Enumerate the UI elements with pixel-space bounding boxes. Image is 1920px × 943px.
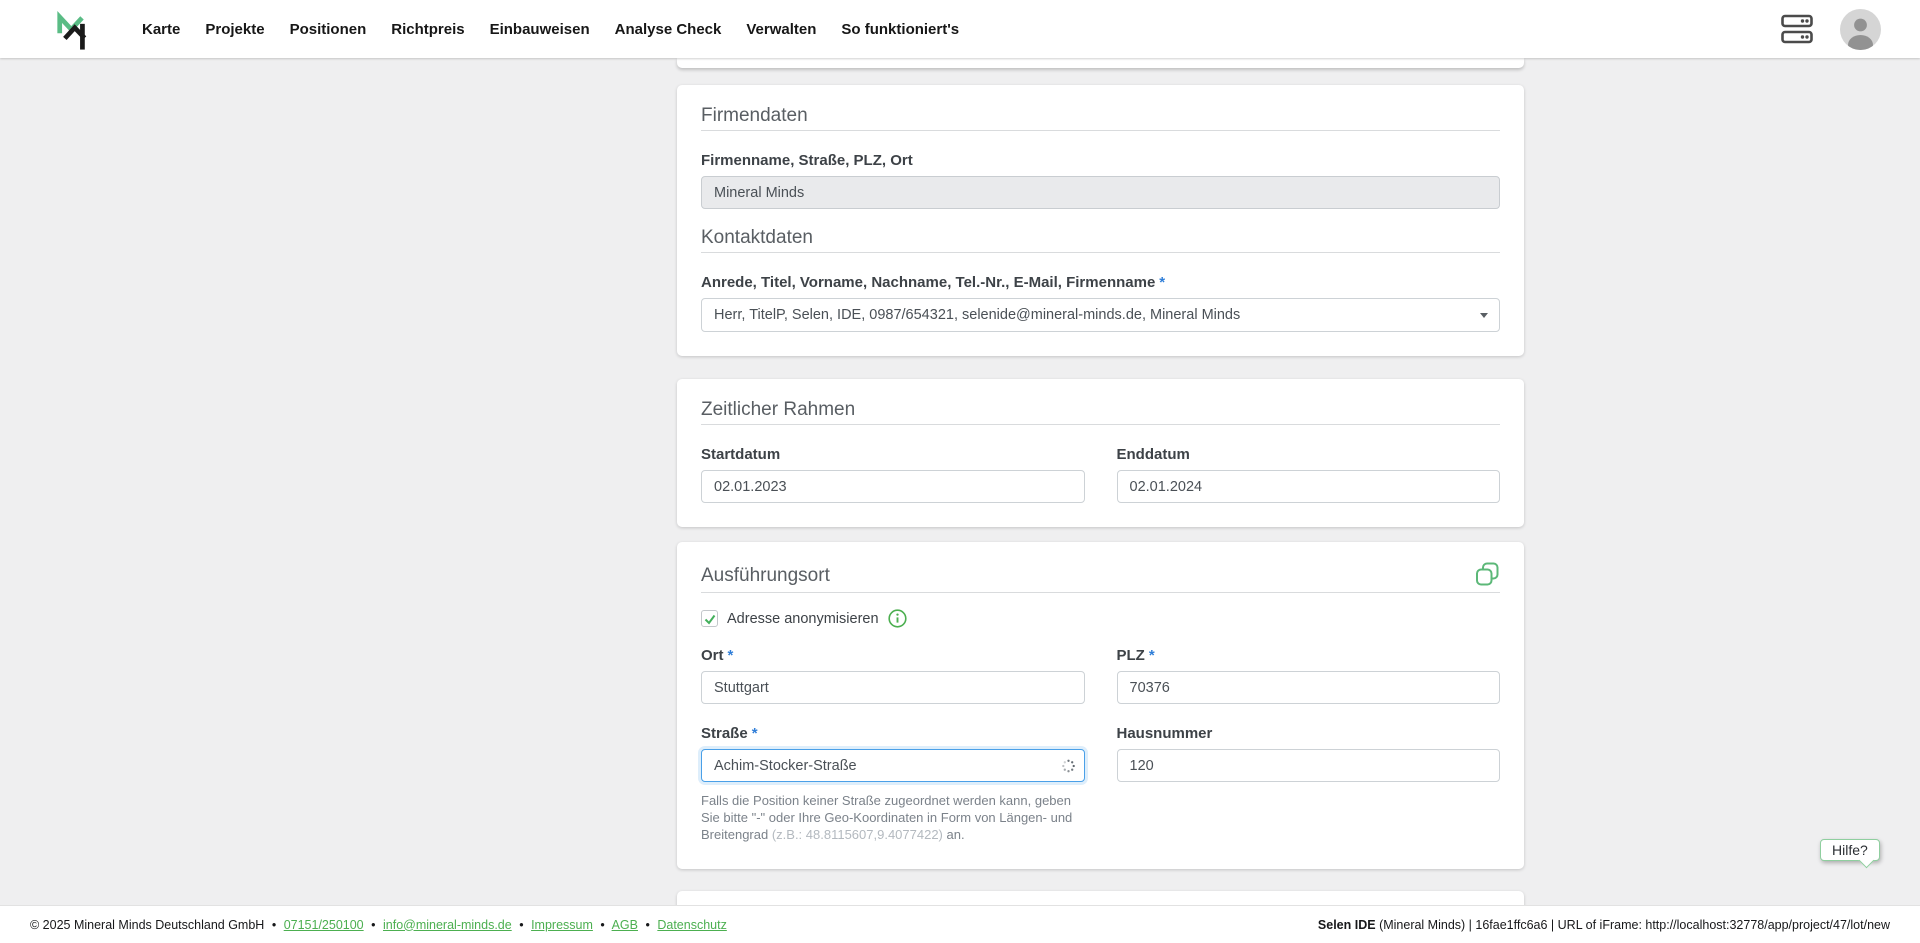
mineral-minds-logo[interactable] [40, 5, 88, 53]
anonymize-label: Adresse anonymisieren [727, 610, 879, 627]
nav-item-karte[interactable]: Karte [142, 21, 180, 38]
street-number-row: Straße * Achim-Stocker-Straße Falls die … [701, 724, 1500, 843]
company-label: Firmenname, Straße, PLZ, Ort [701, 152, 913, 169]
user-avatar-icon[interactable] [1840, 8, 1881, 50]
nav-item-einbauweisen[interactable]: Einbauweisen [490, 21, 590, 38]
previous-card-bottom-edge [677, 58, 1524, 68]
nav-menu: Karte Projekte Positionen Richtpreis Ein… [142, 21, 959, 38]
zip-input[interactable] [1116, 671, 1500, 704]
nav-item-richtpreis[interactable]: Richtpreis [391, 21, 464, 38]
section-title-zeitlicher-rahmen: Zeitlicher Rahmen [701, 399, 856, 420]
street-field: Straße * Achim-Stocker-Straße Falls die … [701, 724, 1085, 843]
end-date-label: Enddatum [1116, 446, 1190, 463]
divider [701, 592, 1500, 593]
section-title-kontaktdaten: Kontaktdaten [701, 227, 813, 248]
footer-link-agb[interactable]: AGB [612, 918, 638, 932]
anonymize-row: Adresse anonymisieren [701, 609, 1500, 628]
nav-item-positionen[interactable]: Positionen [290, 21, 367, 38]
help-button[interactable]: Hilfe? [1820, 839, 1880, 861]
location-card: Ausführungsort Adresse anonymisieren Ort… [677, 542, 1524, 869]
loading-spinner-icon [1061, 758, 1076, 773]
house-number-field: Hausnummer [1116, 724, 1500, 843]
info-icon[interactable] [887, 609, 907, 628]
footer-link-impressum[interactable]: Impressum [531, 918, 593, 932]
street-input[interactable] [701, 749, 1085, 782]
footer-right: Selen IDE (Mineral Minds) | 16fae1ffc6a6… [1318, 918, 1890, 932]
street-help-text: Falls die Position keiner Straße zugeord… [701, 793, 1073, 842]
city-zip-row: Ort * PLZ * [701, 646, 1500, 704]
footer: © 2025 Mineral Minds Deutschland GmbH • … [0, 905, 1920, 943]
checkmark-icon [704, 614, 715, 625]
contact-field: Anrede, Titel, Vorname, Nachname, Tel.-N… [701, 273, 1500, 332]
copyright-text: © 2025 Mineral Minds Deutschland GmbH [30, 917, 265, 932]
divider [701, 252, 1500, 253]
footer-link-email[interactable]: info@mineral-minds.de [383, 918, 512, 932]
divider [701, 130, 1500, 131]
copy-icon[interactable] [1475, 562, 1500, 589]
required-marker: * [727, 647, 734, 664]
footer-link-datenschutz[interactable]: Datenschutz [657, 918, 726, 932]
company-field: Firmenname, Straße, PLZ, Ort [701, 151, 1500, 209]
anonymize-checkbox[interactable] [701, 610, 718, 627]
city-input[interactable] [701, 671, 1085, 704]
start-date-label: Startdatum [701, 446, 781, 463]
required-marker: * [1159, 274, 1166, 291]
company-contact-card: Firmendaten Firmenname, Straße, PLZ, Ort… [677, 85, 1524, 356]
house-number-input[interactable] [1116, 749, 1500, 782]
nav-item-projekte[interactable]: Projekte [205, 21, 264, 38]
navbar-right-icons [1781, 8, 1881, 50]
timeframe-card: Zeitlicher Rahmen Startdatum Enddatum [677, 379, 1524, 527]
divider [701, 424, 1500, 425]
city-label: Ort * [701, 647, 734, 664]
required-marker: * [1148, 647, 1155, 664]
street-label: Straße * [701, 725, 758, 742]
start-date-input[interactable] [701, 470, 1085, 503]
zip-label: PLZ * [1116, 647, 1155, 664]
chevron-down-icon [1480, 313, 1488, 318]
timeframe-row: Startdatum Enddatum [701, 445, 1500, 503]
top-navbar: Karte Projekte Positionen Richtpreis Ein… [0, 0, 1920, 58]
location-card-header: Ausführungsort [701, 562, 1500, 589]
server-icon[interactable] [1781, 14, 1813, 44]
contact-label: Anrede, Titel, Vorname, Nachname, Tel.-N… [701, 274, 1166, 291]
nav-item-verwalten[interactable]: Verwalten [746, 21, 816, 38]
page: Karte Projekte Positionen Richtpreis Ein… [0, 0, 1920, 943]
nav-item-so-funktionierts[interactable]: So funktioniert's [841, 21, 959, 38]
house-number-label: Hausnummer [1116, 725, 1213, 742]
nav-item-analyse-check[interactable]: Analyse Check [615, 21, 722, 38]
contact-select[interactable]: Herr, TitelP, Selen, IDE, 0987/654321, s… [701, 298, 1500, 332]
required-marker: * [751, 725, 758, 742]
city-field: Ort * [701, 646, 1085, 704]
ide-name: Selen IDE [1317, 917, 1376, 932]
ide-info: (Mineral Minds) | 16fae1ffc6a6 | URL of … [1375, 917, 1890, 932]
form-column: Firmendaten Firmenname, Straße, PLZ, Ort… [677, 58, 1524, 943]
section-title-ausfuehrungsort: Ausführungsort [701, 564, 830, 586]
company-input [701, 176, 1500, 209]
start-date-field: Startdatum [701, 445, 1085, 503]
footer-link-phone[interactable]: 07151/250100 [284, 918, 364, 932]
zip-field: PLZ * [1116, 646, 1500, 704]
section-title-firmendaten: Firmendaten [701, 105, 808, 126]
footer-left: © 2025 Mineral Minds Deutschland GmbH • … [30, 917, 727, 932]
end-date-input[interactable] [1116, 470, 1500, 503]
end-date-field: Enddatum [1116, 445, 1500, 503]
